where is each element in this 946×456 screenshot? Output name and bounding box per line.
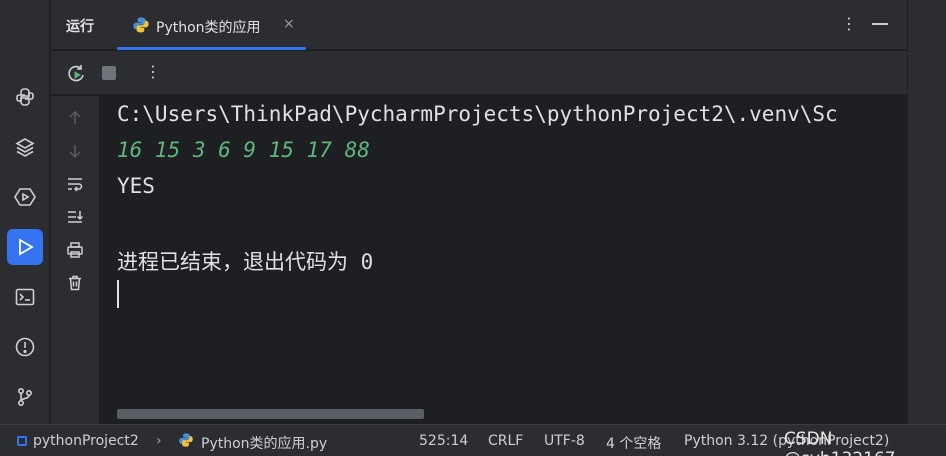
run-button[interactable] bbox=[7, 229, 43, 265]
status-bar: pythonProject2 › Python类的应用.py 525:14 CR… bbox=[0, 424, 946, 456]
scroll-down-button[interactable] bbox=[64, 140, 86, 162]
breadcrumb-file[interactable]: Python类的应用.py bbox=[201, 433, 327, 453]
git-icon bbox=[18, 387, 33, 407]
breadcrumb-project[interactable]: pythonProject2 bbox=[33, 433, 139, 449]
print-icon bbox=[67, 242, 83, 258]
print-button[interactable] bbox=[64, 239, 86, 261]
run-icon bbox=[19, 238, 34, 256]
terminal-icon bbox=[15, 288, 35, 306]
services-button[interactable] bbox=[7, 179, 43, 215]
run-toolbar: ⋮ bbox=[51, 51, 907, 95]
project-icon bbox=[17, 436, 27, 446]
python-file-icon bbox=[133, 17, 149, 33]
git-button[interactable] bbox=[7, 379, 43, 415]
scroll-to-end-icon bbox=[68, 211, 84, 223]
horizontal-scrollbar[interactable] bbox=[117, 409, 424, 419]
problems-button[interactable] bbox=[7, 329, 43, 365]
text-cursor bbox=[117, 280, 119, 308]
services-icon bbox=[14, 188, 36, 206]
console-output[interactable]: C:\Users\ThinkPad\PycharmProjects\python… bbox=[99, 96, 907, 424]
trash-icon bbox=[69, 275, 81, 291]
console-line-input: 16 15 3 6 9 15 17 88 bbox=[117, 138, 370, 162]
console-line-path: C:\Users\ThinkPad\PycharmProjects\python… bbox=[117, 102, 838, 126]
toolbar-more-icon[interactable]: ⋮ bbox=[145, 62, 161, 81]
arrow-down-icon bbox=[69, 145, 81, 159]
active-tab-indicator bbox=[117, 47, 306, 50]
stop-icon[interactable] bbox=[102, 66, 116, 80]
tab-python-class-app[interactable]: Python类的应用 × bbox=[117, 0, 306, 50]
python-packages-button[interactable] bbox=[7, 79, 43, 115]
line-ending[interactable]: CRLF bbox=[488, 433, 523, 449]
minimize-icon[interactable] bbox=[872, 23, 888, 25]
breadcrumb-separator: › bbox=[156, 433, 162, 449]
indent-setting[interactable]: 4 个空格 bbox=[606, 433, 661, 453]
console-line-exit: 进程已结束，退出代码为 0 bbox=[117, 250, 374, 274]
soft-wrap-icon bbox=[68, 178, 83, 192]
tab-label: Python类的应用 bbox=[156, 20, 261, 36]
problems-icon bbox=[15, 337, 35, 357]
caret-position[interactable]: 525:14 bbox=[419, 433, 468, 449]
console-line-output: YES bbox=[117, 174, 155, 198]
scroll-to-end-button[interactable] bbox=[64, 206, 86, 228]
rerun-icon[interactable] bbox=[66, 63, 86, 83]
layers-icon bbox=[15, 138, 35, 157]
tab-close-icon[interactable]: × bbox=[283, 16, 295, 32]
run-window-title: 运行 bbox=[66, 19, 94, 35]
python-file-icon bbox=[179, 433, 193, 447]
right-tool-bar bbox=[907, 0, 946, 424]
console-side-actions bbox=[51, 96, 99, 424]
csdn-watermark: CSDN @syh132167 bbox=[784, 429, 896, 456]
more-options-icon[interactable]: ⋮ bbox=[841, 14, 857, 33]
soft-wrap-button[interactable] bbox=[64, 173, 86, 195]
terminal-button[interactable] bbox=[7, 279, 43, 315]
run-tool-window: 运行 Python类的应用 × ⋮ ⋮ C:\Users\ThinkPad\Py… bbox=[51, 0, 907, 424]
left-tool-bar bbox=[0, 0, 50, 424]
python-packages-icon bbox=[16, 88, 34, 106]
tool-window-header: 运行 Python类的应用 × ⋮ bbox=[51, 0, 907, 50]
scroll-up-button[interactable] bbox=[64, 107, 86, 129]
layers-button[interactable] bbox=[7, 129, 43, 165]
arrow-up-icon bbox=[69, 110, 81, 124]
file-encoding[interactable]: UTF-8 bbox=[544, 433, 585, 449]
clear-all-button[interactable] bbox=[64, 272, 86, 294]
